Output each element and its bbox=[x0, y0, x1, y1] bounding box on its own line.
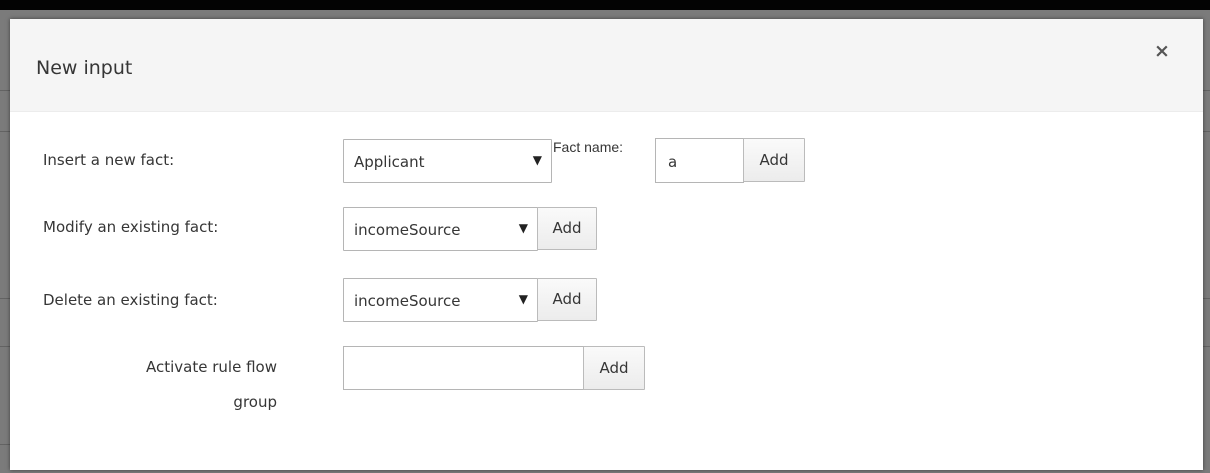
fact-name-label: Fact name: bbox=[553, 139, 624, 155]
new-input-dialog: New input × Insert a new fact: Applicant… bbox=[10, 19, 1203, 470]
delete-fact-selected-value: incomeSource bbox=[354, 292, 461, 310]
close-icon[interactable]: × bbox=[1152, 41, 1172, 61]
dialog-header: New input × bbox=[10, 19, 1203, 112]
modify-fact-label: Modify an existing fact: bbox=[43, 218, 219, 236]
background-top-bar bbox=[0, 0, 1210, 10]
modify-fact-add-button[interactable]: Add bbox=[537, 207, 597, 250]
fact-name-input[interactable]: a bbox=[655, 138, 744, 183]
caret-down-icon: ▼ bbox=[518, 221, 528, 235]
insert-fact-select[interactable]: Applicant ▼ bbox=[343, 139, 552, 183]
delete-fact-label: Delete an existing fact: bbox=[43, 291, 218, 309]
dialog-title: New input bbox=[36, 57, 133, 79]
rule-flow-label: Activate rule flow group bbox=[27, 355, 277, 414]
rule-flow-add-button[interactable]: Add bbox=[583, 346, 645, 390]
delete-fact-add-button[interactable]: Add bbox=[537, 278, 597, 321]
modify-fact-select[interactable]: incomeSource ▼ bbox=[343, 207, 538, 251]
rule-flow-label-line2: group bbox=[233, 393, 277, 411]
rule-flow-label-line1: Activate rule flow bbox=[146, 358, 277, 376]
insert-fact-add-button[interactable]: Add bbox=[743, 138, 805, 182]
fact-name-value: a bbox=[668, 153, 678, 171]
insert-fact-selected-value: Applicant bbox=[354, 153, 425, 171]
caret-down-icon: ▼ bbox=[532, 153, 542, 167]
caret-down-icon: ▼ bbox=[518, 292, 528, 306]
delete-fact-select[interactable]: incomeSource ▼ bbox=[343, 278, 538, 322]
insert-fact-label: Insert a new fact: bbox=[43, 151, 175, 169]
modify-fact-selected-value: incomeSource bbox=[354, 221, 461, 239]
rule-flow-group-input[interactable] bbox=[343, 346, 584, 390]
